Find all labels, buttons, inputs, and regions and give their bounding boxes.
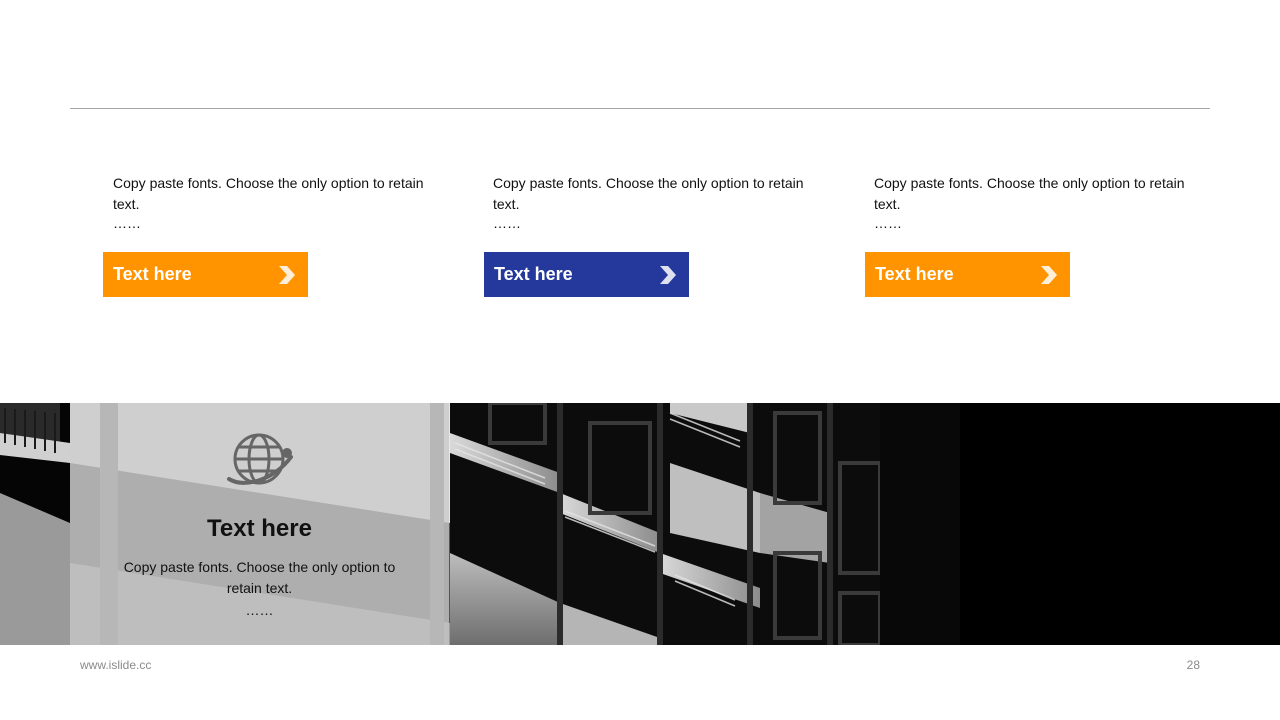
column-2-body: Copy paste fonts. Choose the only option…: [493, 175, 804, 212]
column-2-text: Copy paste fonts. Choose the only option…: [493, 173, 823, 231]
feature-panel: Text here Copy paste fonts. Choose the o…: [70, 403, 449, 645]
column-2-button-label: Text here: [494, 264, 573, 284]
feature-panel-ellipsis: ……: [245, 602, 274, 618]
slide: Copy paste fonts. Choose the only option…: [0, 0, 1280, 720]
footer-url[interactable]: www.islide.cc: [80, 658, 151, 672]
column-3-button[interactable]: Text here: [865, 252, 1070, 297]
column-3-button-label: Text here: [875, 264, 954, 284]
page-number: 28: [1186, 658, 1200, 672]
column-1-text: Copy paste fonts. Choose the only option…: [113, 173, 443, 231]
column-2-button[interactable]: Text here: [484, 252, 689, 297]
column-3-body: Copy paste fonts. Choose the only option…: [874, 175, 1185, 212]
column-1-button[interactable]: Text here: [103, 252, 308, 297]
chevron-right-icon: [1041, 266, 1057, 284]
column-1-ellipsis: ……: [113, 215, 141, 231]
column-1-body: Copy paste fonts. Choose the only option…: [113, 175, 424, 212]
column-1-button-label: Text here: [113, 264, 192, 284]
feature-panel-body: Copy paste fonts. Choose the only option…: [110, 557, 409, 621]
globe-icon: [227, 433, 293, 485]
building-photo: Text here Copy paste fonts. Choose the o…: [0, 403, 1280, 645]
feature-panel-title: Text here: [207, 515, 312, 542]
column-2-ellipsis: ……: [493, 215, 521, 231]
column-3-ellipsis: ……: [874, 215, 902, 231]
chevron-right-icon: [279, 266, 295, 284]
feature-panel-text: Copy paste fonts. Choose the only option…: [123, 559, 396, 596]
column-3-text: Copy paste fonts. Choose the only option…: [874, 173, 1204, 231]
chevron-right-icon: [660, 266, 676, 284]
title-divider: [70, 108, 1210, 109]
